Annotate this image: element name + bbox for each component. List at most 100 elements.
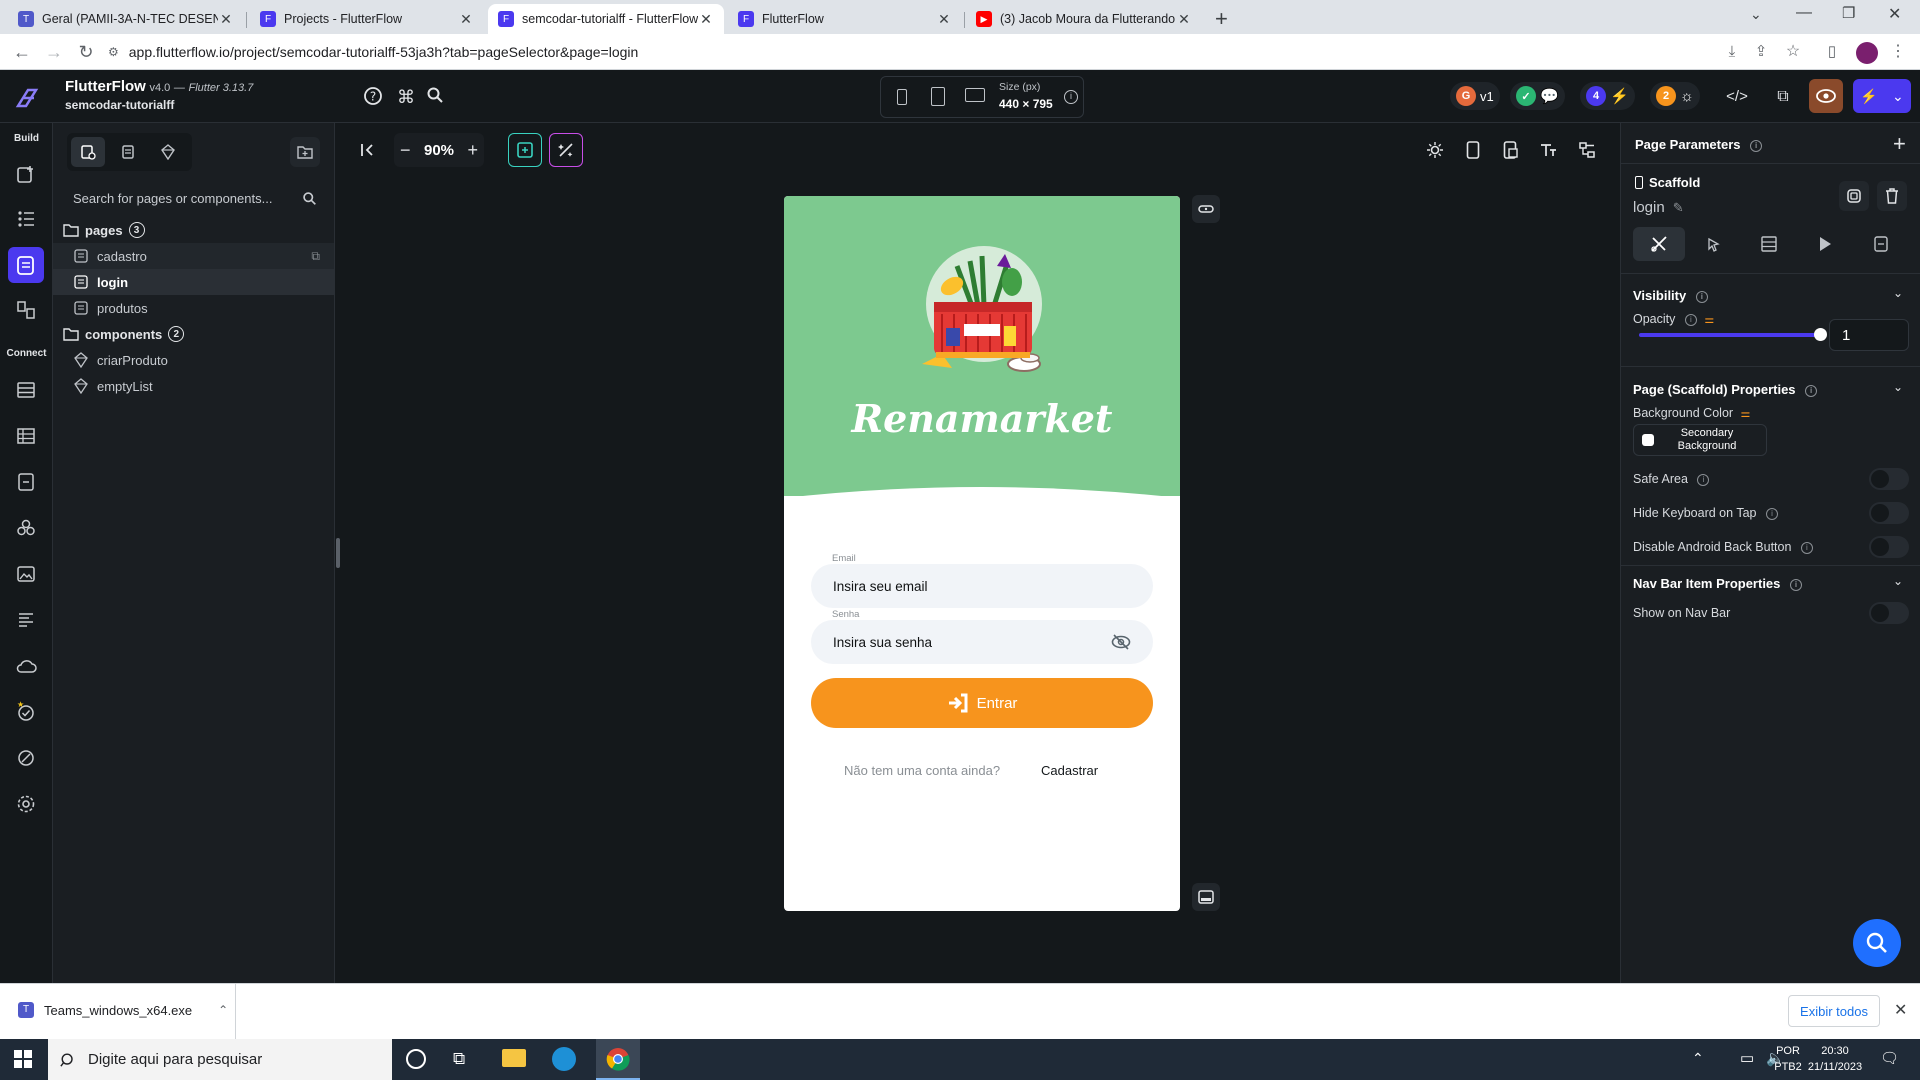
info-icon[interactable]: i [1695,290,1708,303]
opacity-input[interactable]: 1 [1829,319,1909,351]
custom-code-icon[interactable] [13,515,39,541]
restore-window-icon[interactable]: ❐ [1842,4,1855,22]
templates-tab-icon[interactable] [111,137,145,167]
new-tab-icon[interactable]: + [1215,6,1228,32]
tab-backend-query[interactable] [1741,227,1797,261]
tab-animations[interactable] [1797,227,1853,261]
edge-browser-icon[interactable] [552,1047,576,1071]
tests-icon[interactable]: ★ [13,699,39,725]
collab-pill[interactable]: ✓ 💬 [1510,82,1565,110]
device-frame-toggle-icon[interactable] [508,133,542,167]
chevron-down-icon[interactable]: ⌄ [1893,574,1903,588]
page-search-input[interactable]: Search for pages or components... [65,183,325,213]
widget-palette-icon[interactable] [13,161,39,187]
new-folder-button[interactable] [290,137,320,167]
page-item-login[interactable]: login [53,269,334,295]
panel-resize-handle[interactable] [336,538,340,568]
forward-icon[interactable]: → [44,42,64,62]
search-icon[interactable] [426,86,448,108]
close-tab-icon[interactable]: ✕ [1176,11,1192,28]
page-item-produtos[interactable]: produtos [53,295,334,321]
bugs-pill[interactable]: 2 ☼ [1650,82,1700,110]
open-external-icon[interactable]: ⧉ [1772,86,1794,108]
text-scale-icon[interactable] [1531,133,1565,167]
page-name-row[interactable]: login ✎ [1633,199,1684,216]
chevron-down-icon[interactable]: ⌄ [1892,88,1904,105]
responsive-icon[interactable] [1494,133,1528,167]
device-preview-frame[interactable]: Renamarket Email Insira seu email Senha … [784,196,1180,911]
bg-color-picker[interactable]: Secondary Background [1633,424,1767,456]
reload-icon[interactable]: ↻ [76,42,96,62]
search-icon[interactable] [302,191,317,206]
disable-back-toggle[interactable] [1869,536,1909,558]
firestore-icon[interactable] [13,377,39,403]
chrome-taskbar-button[interactable] [596,1039,640,1080]
storyboard-icon[interactable] [13,297,39,323]
show-navbar-toggle[interactable] [1869,602,1909,624]
help-search-button[interactable] [1853,919,1901,967]
command-palette-icon[interactable]: ⌘ [395,86,417,108]
help-icon[interactable]: ? [363,86,385,108]
file-explorer-icon[interactable] [502,1049,526,1067]
size-value[interactable]: 440 × 795 [999,97,1053,111]
widget-tree-toggle-icon[interactable] [1570,133,1604,167]
keyboard-preview-icon[interactable] [1192,883,1220,911]
back-icon[interactable]: ← [12,42,32,62]
ai-gen-icon[interactable] [549,133,583,167]
components-tab-icon[interactable] [151,137,185,167]
visibility-section-title[interactable]: Visibility i [1633,288,1708,303]
profile-avatar[interactable] [1856,42,1878,64]
theme-settings-icon[interactable] [13,607,39,633]
widget-tree-icon[interactable] [13,206,39,232]
phone-device-icon[interactable] [897,89,907,105]
zoom-level[interactable]: 90% [424,142,454,159]
tablet-device-icon[interactable] [931,87,945,106]
collapse-panel-icon[interactable] [351,133,385,167]
tab-page-state[interactable] [1853,227,1909,261]
tab-search-icon[interactable]: ⌄ [1750,6,1762,23]
delete-page-button[interactable] [1877,181,1907,211]
zoom-in-icon[interactable]: + [467,140,478,161]
api-calls-icon[interactable] [13,745,39,771]
version-branch-pill[interactable]: G v1 [1450,82,1500,110]
size-info-icon[interactable]: i [1064,90,1078,104]
data-types-icon[interactable] [13,423,39,449]
cloud-functions-icon[interactable] [13,653,39,679]
url-field[interactable]: ⚙ app.flutterflow.io/project/semcodar-tu… [108,38,1708,66]
password-field[interactable]: Insira sua senha [811,620,1153,664]
components-folder[interactable]: components 2 [53,321,334,347]
desktop-device-icon[interactable] [965,88,985,102]
email-field[interactable]: Insira seu email [811,564,1153,608]
bug-icon[interactable]: ☼ [1680,88,1694,105]
browser-tab[interactable]: F FlutterFlow ✕ [728,4,962,34]
duplicate-page-button[interactable] [1839,181,1869,211]
zoom-out-icon[interactable]: − [400,140,411,161]
settings-gear-icon[interactable] [13,791,39,817]
tab-properties[interactable] [1633,227,1685,261]
side-panel-icon[interactable]: ▯ [1822,42,1842,62]
scaffold-section-title[interactable]: Page (Scaffold) Properties i [1633,382,1818,397]
chat-icon[interactable]: 💬 [1540,87,1559,105]
cortana-icon[interactable] [406,1049,426,1069]
variable-binding-icon[interactable]: ⚌ [1704,314,1714,326]
task-view-icon[interactable]: ⧉ [453,1049,465,1069]
close-window-icon[interactable]: ✕ [1888,4,1901,24]
resize-width-icon[interactable] [1192,195,1220,223]
windows-start-icon[interactable] [14,1050,32,1068]
chevron-down-icon[interactable]: ⌄ [1893,380,1903,394]
close-downloads-icon[interactable]: ✕ [1894,1000,1907,1020]
close-tab-icon[interactable]: ✕ [458,11,474,28]
media-assets-icon[interactable] [13,561,39,587]
chevron-down-icon[interactable]: ⌄ [1893,286,1903,300]
flutterflow-logo-icon[interactable] [14,84,40,110]
network-icon[interactable]: ▭ [1740,1049,1754,1067]
close-tab-icon[interactable]: ✕ [698,11,714,28]
pages-folder[interactable]: pages 3 [53,217,334,243]
page-selector-icon[interactable] [8,247,44,283]
pages-tab-icon[interactable] [71,137,105,167]
light-mode-icon[interactable] [1418,133,1452,167]
close-tab-icon[interactable]: ✕ [218,11,234,28]
visibility-off-icon[interactable] [1111,634,1131,650]
flash-icon[interactable]: ⚡ [1610,87,1629,105]
page-options-icon[interactable]: ⧉ [311,249,320,264]
